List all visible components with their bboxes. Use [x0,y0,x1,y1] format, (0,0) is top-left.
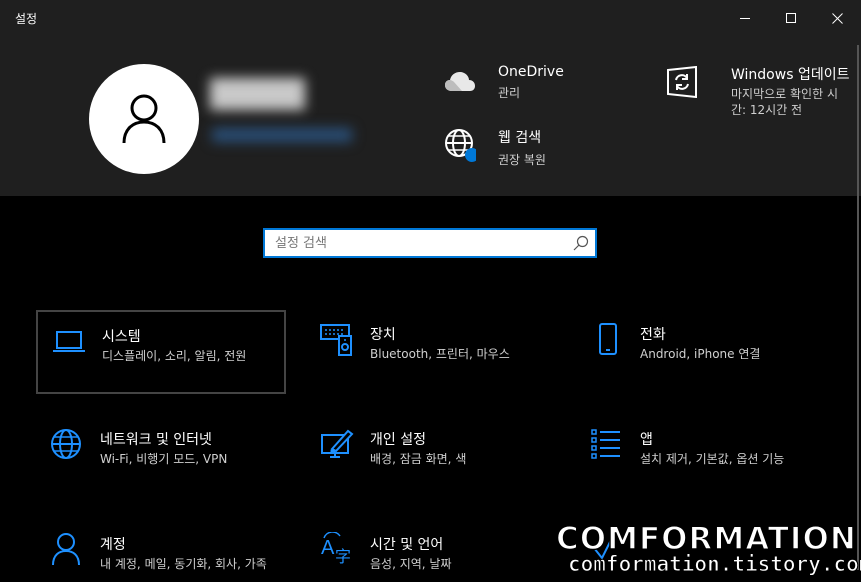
tile-accounts-title: 계정 [100,537,126,553]
title-bar: 설정 [0,0,861,36]
tile-system-title: 시스템 [102,329,141,345]
tile-network-title: 네트워크 및 인터넷 [100,432,212,448]
tile-phone-subtitle: Android, iPhone 연결 [640,347,761,361]
tile-apps-subtitle: 설치 제거, 기본값, 옵션 기능 [640,452,785,466]
maximize-icon [785,12,796,23]
search-input[interactable] [265,230,565,256]
maximize-button[interactable] [768,0,814,36]
web-search-title: 웹 검색 [498,130,542,146]
tile-accounts[interactable]: 계정 내 계정, 메일, 동기화, 회사, 가족 [36,520,286,582]
tile-devices-subtitle: Bluetooth, 프린터, 마우스 [370,347,510,361]
onedrive-title: OneDrive [498,64,564,80]
tile-apps-title: 앱 [640,432,653,448]
phone-icon [599,323,617,355]
minimize-button[interactable] [722,0,768,36]
search-icon[interactable] [573,235,589,251]
windows-update-item[interactable]: Windows 업데이트 마지막으로 확인한 시 간: 12시간 전 [666,66,849,118]
person-icon [52,533,80,566]
account-header: OneDrive 관리 웹 검색 권장 복원 Windows 업데이트 마지막으… [0,36,861,196]
window-title: 설정 [15,12,38,26]
tile-personalization[interactable]: 개인 설정 배경, 잠금 화면, 색 [306,415,556,499]
svg-text:字: 字 [335,547,351,566]
scrollbar[interactable] [857,45,859,570]
onedrive-subtitle: 관리 [498,86,521,100]
devices-icon [320,324,352,356]
minimize-icon [739,17,750,19]
tile-accounts-subtitle: 내 계정, 메일, 동기화, 회사, 가족 [100,557,267,571]
tile-personalization-subtitle: 배경, 잠금 화면, 색 [370,452,467,466]
tile-network[interactable]: 네트워크 및 인터넷 Wi-Fi, 비행기 모드, VPN [36,415,286,499]
tile-time-language-title: 시간 및 언어 [370,537,444,553]
windows-update-icon [666,66,698,98]
tile-system[interactable]: 시스템 디스플레이, 소리, 알림, 전원 [36,310,286,394]
tile-system-subtitle: 디스플레이, 소리, 알림, 전원 [102,349,247,363]
watermark-url-text: comformation.tistory.com [567,552,861,577]
windows-update-subtitle-line1: 마지막으로 확인한 시 [731,87,838,101]
personalization-icon [321,429,354,458]
web-search-subtitle: 권장 복원 [498,153,546,167]
windows-update-title: Windows 업데이트 [731,67,850,83]
close-button[interactable] [814,0,860,36]
windows-update-subtitle: 마지막으로 확인한 시 간: 12시간 전 [731,86,849,118]
globe-icon [444,129,476,162]
apps-list-icon [591,429,620,459]
settings-search-box[interactable] [263,228,597,258]
tile-time-language-subtitle: 음성, 지역, 날짜 [370,557,452,571]
user-email-redacted[interactable] [212,128,352,142]
time-language-icon: A 字 [321,532,351,566]
tile-phone-title: 전화 [640,327,666,343]
tile-personalization-title: 개인 설정 [370,432,426,448]
onedrive-cloud-icon [444,66,476,98]
tile-time-language[interactable]: A 字 시간 및 언어 음성, 지역, 날짜 [306,520,556,582]
globe-icon [51,429,81,459]
user-name-redacted [210,78,305,110]
onedrive-item[interactable]: OneDrive 관리 [444,64,564,101]
person-icon [122,94,166,144]
tile-phone[interactable]: 전화 Android, iPhone 연결 [576,310,826,394]
laptop-icon [53,331,85,352]
tile-devices-title: 장치 [370,327,396,343]
svg-text:A: A [321,537,335,559]
avatar[interactable] [89,64,199,174]
tile-devices[interactable]: 장치 Bluetooth, 프린터, 마우스 [306,310,556,394]
close-icon [831,12,843,24]
windows-update-subtitle-line2: 간: 12시간 전 [731,103,803,117]
web-search-item[interactable]: 웹 검색 권장 복원 [444,129,546,168]
tile-network-subtitle: Wi-Fi, 비행기 모드, VPN [100,452,228,466]
tile-apps[interactable]: 앱 설치 제거, 기본값, 옵션 기능 [576,415,826,499]
